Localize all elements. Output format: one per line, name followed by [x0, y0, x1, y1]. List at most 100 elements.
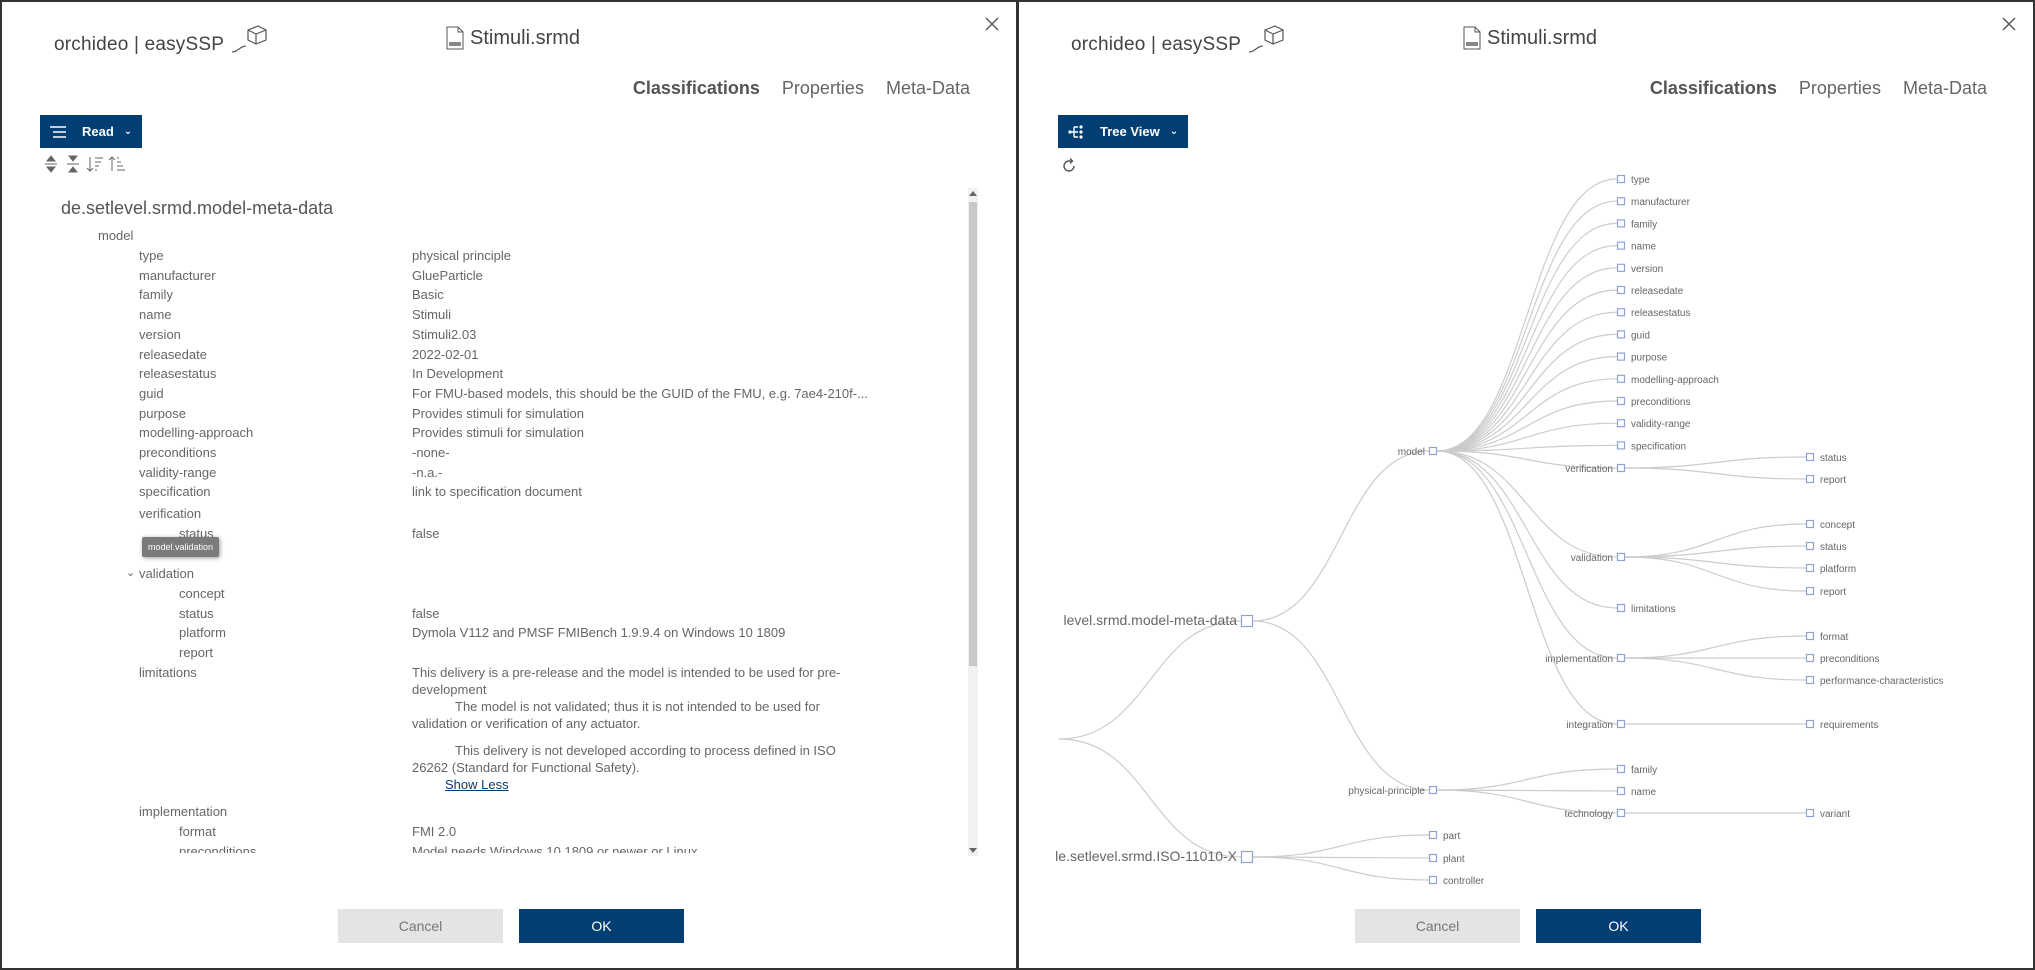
tree-node-verification-status[interactable]	[1805, 452, 1815, 462]
tree-label-iso-plant[interactable]: plant	[1443, 854, 1465, 865]
tree-node-iso-part[interactable]	[1428, 830, 1438, 840]
tree-node-model-releasestatus[interactable]	[1616, 308, 1626, 317]
tree-label-verification-status[interactable]: status	[1820, 453, 1847, 464]
tree-label-model-preconditions[interactable]: preconditions	[1631, 397, 1690, 408]
tree-label-integration[interactable]: integration	[1566, 720, 1613, 731]
tree-label-validation-concept[interactable]: concept	[1820, 520, 1855, 531]
tree-label-limitations[interactable]: limitations	[1631, 604, 1675, 615]
scrollbar-thumb[interactable]	[969, 202, 977, 666]
ok-button[interactable]: OK	[1536, 909, 1701, 943]
tree-node-integration-requirements[interactable]	[1805, 719, 1815, 729]
tree-node-model-name[interactable]	[1616, 241, 1626, 250]
tree-node-root1[interactable]	[1240, 614, 1254, 628]
collapse-all-icon[interactable]	[64, 155, 82, 173]
tree-label-model-manufacturer[interactable]: manufacturer	[1631, 197, 1691, 208]
tree-label-model-releasedate[interactable]: releasedate	[1631, 286, 1684, 297]
tree-label-model-version[interactable]: version	[1631, 264, 1663, 275]
tree-label-validation[interactable]: validation	[1571, 553, 1613, 564]
close-icon[interactable]	[982, 14, 1002, 34]
tree-label-implementation-performance-characteristics[interactable]: performance-characteristics	[1820, 676, 1943, 687]
tree-node-physical-family[interactable]	[1616, 764, 1626, 774]
tree-label-model-releasestatus[interactable]: releasestatus	[1631, 308, 1690, 319]
tree-node-validation-report[interactable]	[1805, 586, 1815, 596]
tree-node-integration[interactable]	[1616, 719, 1626, 729]
view-mode-dropdown[interactable]: Read ⌄	[40, 115, 143, 148]
tree-label-root1[interactable]: level.srmd.model-meta-data	[1063, 612, 1237, 628]
tree-label-iso-part[interactable]: part	[1443, 831, 1460, 842]
tree-node-model[interactable]	[1428, 446, 1438, 456]
cancel-button[interactable]: Cancel	[338, 909, 503, 943]
tab-properties[interactable]: Properties	[782, 78, 864, 99]
tree-node-model-version[interactable]	[1616, 263, 1626, 272]
tree-node-validation[interactable]	[1616, 552, 1626, 562]
tree-label-model-modelling-approach[interactable]: modelling-approach	[1631, 375, 1719, 386]
tree-node-model-manufacturer[interactable]	[1616, 197, 1626, 206]
tree-node-iso-controller[interactable]	[1428, 875, 1438, 885]
tree-label-physical-family[interactable]: family	[1631, 765, 1657, 776]
tree-node-implementation-preconditions[interactable]	[1805, 653, 1815, 663]
tree-label-verification[interactable]: verification	[1565, 464, 1613, 475]
ok-button[interactable]: OK	[519, 909, 684, 943]
tree-label-model-type[interactable]: type	[1631, 175, 1650, 186]
refresh-icon[interactable]	[1060, 157, 1078, 175]
tree-label-validation-report[interactable]: report	[1820, 587, 1846, 598]
tree-label-model-family[interactable]: family	[1631, 219, 1657, 230]
tree-node-technology[interactable]	[1616, 808, 1626, 818]
tree-label-model-guid[interactable]: guid	[1631, 330, 1650, 341]
tab-classifications[interactable]: Classifications	[633, 78, 760, 99]
tree-node-implementation[interactable]	[1616, 653, 1626, 663]
tree-label-implementation-preconditions[interactable]: preconditions	[1820, 654, 1879, 665]
sort-descending-icon[interactable]	[86, 155, 104, 173]
tab-properties[interactable]: Properties	[1799, 78, 1881, 99]
tree-label-model-specification[interactable]: specification	[1631, 441, 1686, 452]
tree-node-model-validity-range[interactable]	[1616, 419, 1626, 428]
tree-node-validation-status[interactable]	[1805, 541, 1815, 551]
tree-node-technology-variant[interactable]	[1805, 808, 1815, 818]
tree-node-verification-report[interactable]	[1805, 474, 1815, 484]
tree-node-model-releasedate[interactable]	[1616, 285, 1626, 295]
tree-node-implementation-performance-characteristics[interactable]	[1805, 675, 1815, 685]
tree-label-model-name[interactable]: name	[1631, 242, 1656, 253]
expand-all-icon[interactable]	[42, 155, 60, 173]
tree-label-technology-variant[interactable]: variant	[1820, 809, 1850, 820]
tree-label-model[interactable]: model	[1398, 447, 1425, 458]
tree-node-verification[interactable]	[1616, 463, 1626, 473]
scroll-up-icon[interactable]	[969, 191, 977, 196]
tree-node-model-guid[interactable]	[1616, 330, 1626, 339]
tree-label-implementation[interactable]: implementation	[1545, 654, 1613, 665]
tree-node-model-modelling-approach[interactable]	[1616, 374, 1626, 383]
chevron-down-icon[interactable]: ⌄	[126, 566, 135, 579]
group-label-validation[interactable]: validation	[139, 566, 194, 581]
tree-node-root2[interactable]	[1240, 850, 1254, 864]
tree-node-physical-name[interactable]	[1616, 786, 1626, 796]
tree-node-iso-plant[interactable]	[1428, 853, 1438, 863]
tree-label-physical-principle[interactable]: physical-principle	[1348, 786, 1425, 797]
tree-node-limitations[interactable]	[1616, 603, 1626, 613]
tab-classifications[interactable]: Classifications	[1650, 78, 1777, 99]
show-less-link[interactable]: Show Less	[445, 777, 509, 792]
tree-label-model-purpose[interactable]: purpose	[1631, 353, 1668, 364]
view-mode-dropdown[interactable]: Tree View ⌄	[1058, 115, 1189, 148]
tree-node-validation-concept[interactable]	[1805, 519, 1815, 529]
tree-node-implementation-format[interactable]	[1805, 631, 1815, 641]
cancel-button[interactable]: Cancel	[1355, 909, 1520, 943]
close-icon[interactable]	[1999, 14, 2019, 34]
vertical-scrollbar[interactable]	[968, 188, 978, 856]
tab-meta-data[interactable]: Meta-Data	[886, 78, 970, 99]
tree-label-iso-controller[interactable]: controller	[1443, 876, 1485, 887]
tree-node-physical-principle[interactable]	[1428, 785, 1438, 795]
tree-label-implementation-format[interactable]: format	[1820, 632, 1849, 643]
tree-node-validation-platform[interactable]	[1805, 563, 1815, 573]
tree-node-model-purpose[interactable]	[1616, 352, 1626, 361]
sort-ascending-icon[interactable]	[108, 155, 126, 173]
tree-label-root2[interactable]: le.setlevel.srmd.ISO-11010-X	[1055, 848, 1237, 864]
scroll-down-icon[interactable]	[969, 848, 977, 853]
tree-label-verification-report[interactable]: report	[1820, 475, 1846, 486]
tree-label-physical-name[interactable]: name	[1631, 787, 1656, 798]
tree-label-validation-status[interactable]: status	[1820, 542, 1847, 553]
tree-node-model-specification[interactable]	[1616, 441, 1626, 450]
tab-meta-data[interactable]: Meta-Data	[1903, 78, 1987, 99]
tree-node-model-type[interactable]	[1616, 174, 1626, 184]
tree-label-integration-requirements[interactable]: requirements	[1820, 720, 1878, 731]
tree-label-technology[interactable]: technology	[1565, 809, 1613, 820]
